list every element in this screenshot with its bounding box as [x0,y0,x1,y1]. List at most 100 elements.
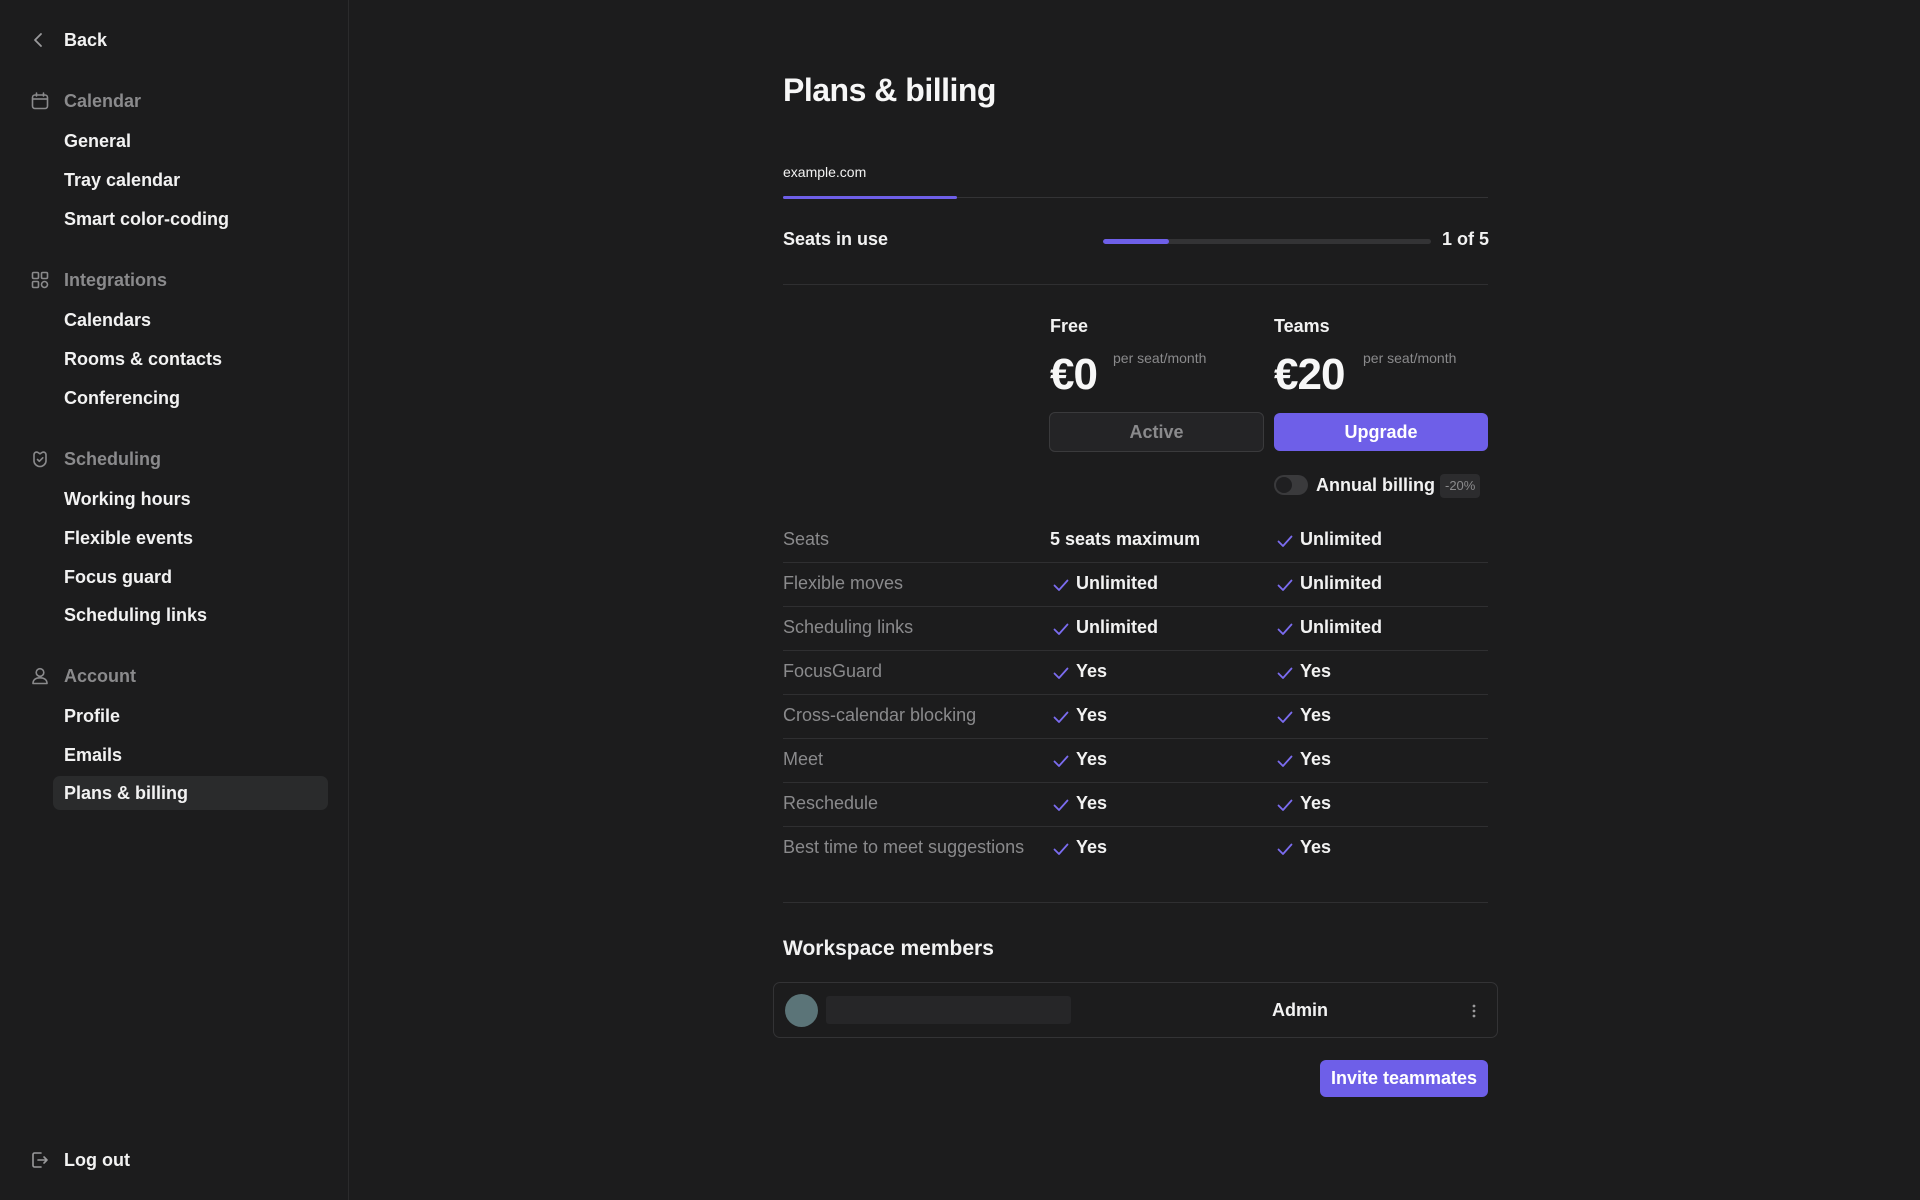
sidebar-item-label: Plans & billing [64,783,189,803]
plan-price-unit: per seat/month [1113,350,1207,366]
sidebar-item-label: Scheduling links [64,605,208,625]
chevron-left-icon [30,31,48,49]
sidebar-item-label: General [64,131,132,151]
feature-value-free: Yes [1076,793,1108,813]
feature-value-free: Unlimited [1076,573,1159,593]
tab-label: example.com [783,164,867,180]
avatar [785,994,818,1027]
sidebar-item-label: Emails [64,745,123,765]
sidebar-item-conferencing[interactable]: Conferencing [53,381,328,415]
check-icon [1052,708,1070,726]
plan-price: €20 [1274,350,1345,399]
sidebar-item-rooms-contacts[interactable]: Rooms & contacts [53,342,328,376]
section-calendar: Calendar [0,86,349,116]
sidebar-item-label: Tray calendar [64,170,181,190]
section-scheduling: Scheduling [0,444,349,474]
check-icon [1276,708,1294,726]
feature-value-teams: Yes [1300,793,1332,813]
annual-billing-toggle[interactable] [1274,475,1308,495]
sidebar: Back Calendar General Tray calendar Smar… [0,0,349,1200]
seats-progress-bar [1103,239,1431,244]
feature-value-teams: Unlimited [1300,573,1383,593]
tab-active-indicator [783,196,957,199]
logout-button[interactable]: Log out [0,1142,349,1178]
check-icon [1052,664,1070,682]
feature-value-free: Yes [1076,661,1108,681]
feature-value-teams: Yes [1300,705,1332,725]
active-plan-button[interactable]: Active [1049,412,1264,452]
sidebar-item-flexible-events[interactable]: Flexible events [53,521,328,555]
seats-progress-fill [1103,239,1169,244]
calendar-icon [30,91,50,111]
logout-label: Log out [64,1150,130,1170]
sidebar-item-general[interactable]: General [53,124,328,158]
check-icon [1052,796,1070,814]
section-integrations: Integrations [0,265,349,295]
check-icon [1276,752,1294,770]
scheduling-icon [30,449,50,469]
feature-value-teams: Yes [1300,837,1332,857]
feature-value-free: Unlimited [1076,617,1159,637]
feature-row: Best time to meet suggestions Yes Yes [783,827,1488,871]
check-icon [1276,532,1294,550]
logout-icon [30,1150,50,1170]
check-icon [1276,796,1294,814]
more-options-icon[interactable] [1466,1001,1482,1021]
check-icon [1276,664,1294,682]
plan-name: Free [1050,316,1089,336]
sidebar-item-calendars[interactable]: Calendars [53,303,328,337]
sidebar-item-emails[interactable]: Emails [53,738,328,772]
user-icon [30,666,50,686]
feature-name: Seats [783,529,830,549]
feature-value-free: Yes [1076,749,1108,769]
feature-row: Scheduling links Unlimited Unlimited [783,607,1488,651]
annual-billing-label: Annual billing [1316,475,1435,495]
feature-value-free: 5 seats maximum [1050,529,1201,549]
feature-value-free: Yes [1076,837,1108,857]
section-label: Account [64,666,136,686]
sidebar-item-label: Working hours [64,489,191,509]
sidebar-item-label: Smart color-coding [64,209,230,229]
check-icon [1052,620,1070,638]
sidebar-item-profile[interactable]: Profile [53,699,328,733]
feature-name: Scheduling links [783,617,914,637]
members-title: Workspace members [783,937,994,960]
invite-teammates-button[interactable]: Invite teammates [1320,1060,1488,1097]
seats-count: 1 of 5 [1442,229,1490,249]
section-label: Scheduling [64,449,162,469]
integrations-icon [30,270,50,290]
tab-workspace[interactable]: example.com [783,164,957,199]
feature-name: Meet [783,749,824,769]
feature-value-teams: Yes [1300,661,1332,681]
sidebar-item-focus-guard[interactable]: Focus guard [53,560,328,594]
toggle-knob [1276,477,1292,493]
sidebar-item-label: Calendars [64,310,152,330]
feature-row: Flexible moves Unlimited Unlimited [783,563,1488,607]
redacted-member-name [826,996,1071,1024]
feature-name: Cross-calendar blocking [783,705,977,725]
sidebar-item-plans-billing[interactable]: Plans & billing [53,776,328,810]
feature-row: FocusGuard Yes Yes [783,651,1488,695]
divider [783,902,1488,903]
sidebar-item-label: Flexible events [64,528,194,548]
feature-name: Flexible moves [783,573,904,593]
feature-name: FocusGuard [783,661,883,681]
sidebar-item-scheduling-links[interactable]: Scheduling links [53,598,328,632]
tab-bar: example.com [783,158,1488,199]
check-icon [1276,840,1294,858]
discount-badge: -20% [1440,474,1481,498]
sidebar-item-working-hours[interactable]: Working hours [53,482,328,516]
member-row: Admin [773,982,1498,1038]
plan-price: €0 [1050,350,1098,399]
back-button[interactable]: Back [0,22,349,58]
divider [783,284,1488,285]
page-title: Plans & billing [783,72,996,108]
feature-value-teams: Unlimited [1300,617,1383,637]
feature-value-teams: Unlimited [1300,529,1383,549]
upgrade-button[interactable]: Upgrade [1274,413,1488,451]
sidebar-item-tray-calendar[interactable]: Tray calendar [53,163,328,197]
sidebar-item-smart-color-coding[interactable]: Smart color-coding [53,202,328,236]
feature-row: Reschedule Yes Yes [783,783,1488,827]
feature-value-free: Yes [1076,705,1108,725]
plan-price-unit: per seat/month [1363,350,1457,366]
